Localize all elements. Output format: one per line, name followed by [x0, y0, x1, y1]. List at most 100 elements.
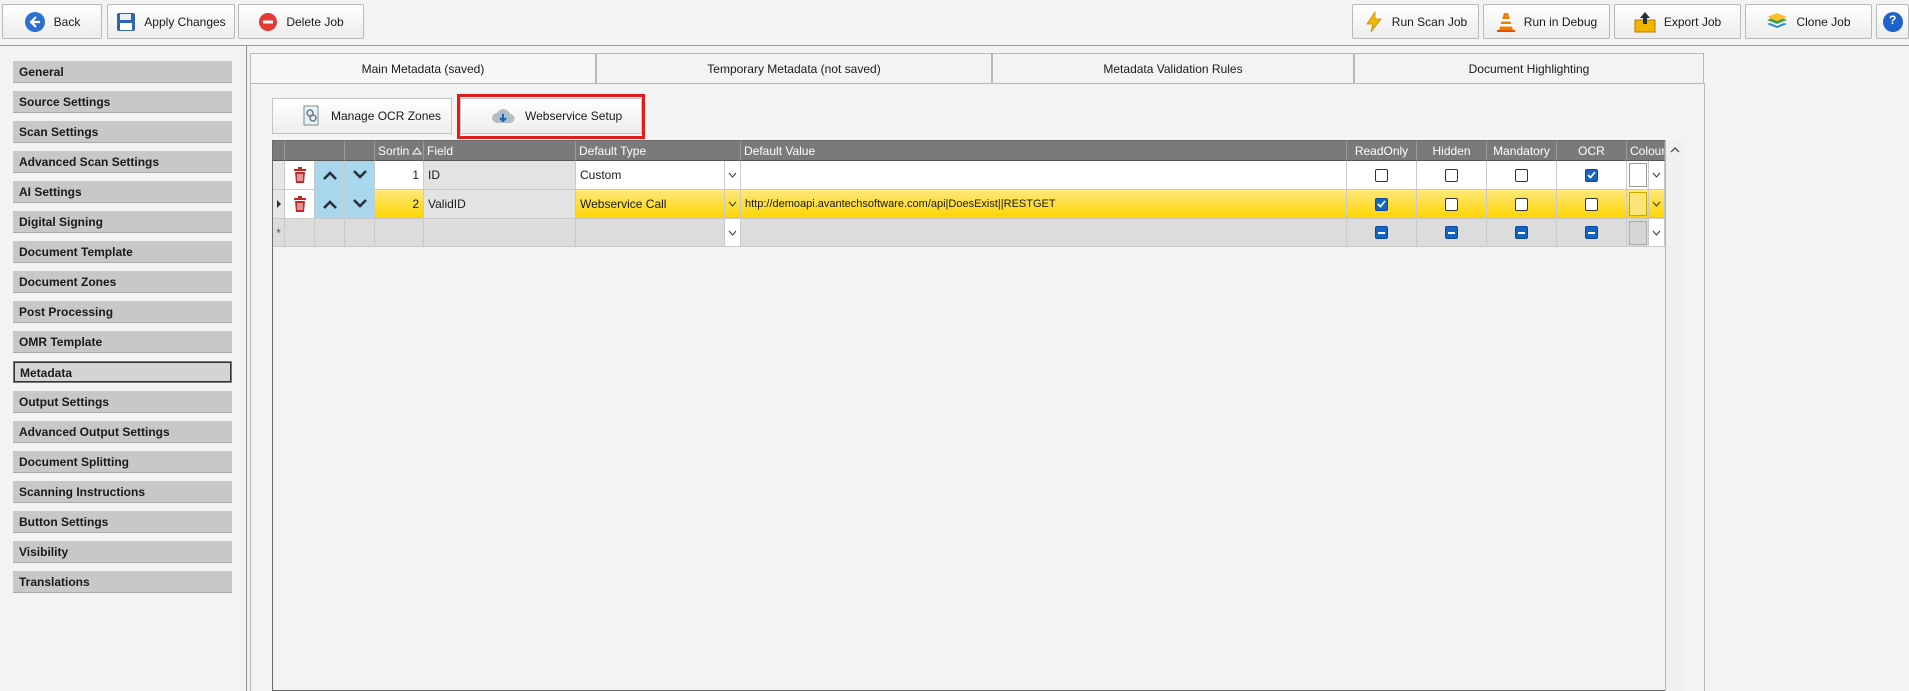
colour-dropdown-arrow-icon[interactable] [1648, 190, 1664, 218]
dropdown-arrow-icon[interactable] [724, 219, 740, 246]
move-down-button[interactable] [345, 161, 375, 190]
sidebar-item-document-template[interactable]: Document Template [13, 241, 232, 263]
mandatory-checkbox-cell[interactable] [1487, 161, 1557, 190]
move-down-button[interactable] [345, 190, 375, 219]
run-scan-job-button[interactable]: Run Scan Job [1352, 4, 1479, 39]
tab-main-metadata[interactable]: Main Metadata (saved) [250, 53, 596, 84]
readonly-column-header[interactable]: ReadOnly [1347, 141, 1417, 161]
new-row-marker[interactable]: * [273, 219, 285, 247]
sidebar-item-translations[interactable]: Translations [13, 571, 232, 593]
dropdown-arrow-icon[interactable] [724, 161, 740, 189]
sidebar-item-advanced-output-settings[interactable]: Advanced Output Settings [13, 421, 232, 443]
mandatory-column-header[interactable]: Mandatory [1487, 141, 1557, 161]
apply-changes-button[interactable]: Apply Changes [107, 4, 235, 39]
hidden-checkbox-cell[interactable] [1417, 161, 1487, 190]
ocr-checkbox-cell[interactable] [1557, 161, 1627, 190]
sidebar-item-advanced-scan-settings[interactable]: Advanced Scan Settings [13, 151, 232, 173]
sidebar-item-ai-settings[interactable]: AI Settings [13, 181, 232, 203]
default-type-column-header[interactable]: Default Type [576, 141, 741, 161]
delete-job-label: Delete Job [286, 14, 344, 29]
readonly-checkbox[interactable] [1375, 168, 1388, 182]
readonly-indeterminate-checkbox[interactable] [1375, 226, 1388, 239]
sidebar-item-digital-signing[interactable]: Digital Signing [13, 211, 232, 233]
tab-metadata-validation-rules[interactable]: Metadata Validation Rules [992, 53, 1354, 83]
back-button[interactable]: Back [2, 4, 102, 39]
sidebar-item-scan-settings[interactable]: Scan Settings [13, 121, 232, 143]
colour-dropdown-arrow-icon[interactable] [1648, 161, 1664, 189]
hidden-indeterminate-checkbox[interactable] [1445, 226, 1458, 239]
colour-picker-cell[interactable] [1627, 161, 1665, 190]
ocr-checkbox[interactable] [1585, 197, 1598, 211]
clone-job-button[interactable]: Clone Job [1745, 4, 1872, 39]
default-value-column-header[interactable]: Default Value [741, 141, 1347, 161]
move-up-button[interactable] [315, 190, 345, 219]
default-type-select[interactable]: Webservice Call [576, 190, 741, 219]
sidebar-item-document-zones[interactable]: Document Zones [13, 271, 232, 293]
sidebar-item-button-settings[interactable]: Button Settings [13, 511, 232, 533]
row-indicator[interactable] [273, 161, 285, 190]
check-icon [1587, 171, 1596, 179]
new-row-field-cell[interactable] [424, 219, 576, 247]
readonly-checkbox-cell[interactable] [1347, 190, 1417, 219]
sidebar-item-scanning-instructions[interactable]: Scanning Instructions [13, 481, 232, 503]
sidebar-item-source-settings[interactable]: Source Settings [13, 91, 232, 113]
export-job-button[interactable]: Export Job [1614, 4, 1741, 39]
dropdown-arrow-icon[interactable] [724, 190, 740, 218]
sidebar-item-document-splitting[interactable]: Document Splitting [13, 451, 232, 473]
field-column-header[interactable]: Field [424, 141, 576, 161]
sidebar-item-visibility[interactable]: Visibility [13, 541, 232, 563]
sidebar-item-output-settings[interactable]: Output Settings [13, 391, 232, 413]
ocr-checkbox[interactable] [1585, 168, 1598, 182]
ocr-column-header[interactable]: OCR [1557, 141, 1627, 161]
hidden-checkbox[interactable] [1445, 197, 1458, 211]
colour-dropdown-arrow-icon[interactable] [1648, 219, 1664, 246]
field-name-cell[interactable]: ValidID [424, 190, 576, 219]
tab-document-highlighting[interactable]: Document Highlighting [1354, 53, 1704, 83]
default-value-cell[interactable]: http://demoapi.avantechsoftware.com/api|… [741, 190, 1347, 219]
field-name-cell[interactable]: ID [424, 161, 576, 190]
new-row-default-value-cell[interactable] [741, 219, 1347, 247]
move-up-button[interactable] [315, 161, 345, 190]
ocr-indeterminate-checkbox[interactable] [1585, 226, 1598, 239]
hidden-checkbox-cell[interactable] [1417, 190, 1487, 219]
grid-vertical-scrollbar[interactable] [1665, 140, 1683, 691]
new-row-default-type-select[interactable] [576, 219, 741, 247]
help-button[interactable]: ? [1876, 4, 1909, 39]
delete-row-button[interactable] [285, 161, 315, 190]
sort-order-cell[interactable]: 2 [375, 190, 424, 219]
tab-temporary-metadata[interactable]: Temporary Metadata (not saved) [596, 53, 992, 83]
colour-picker-cell[interactable] [1627, 190, 1665, 219]
mandatory-checkbox-cell[interactable] [1487, 190, 1557, 219]
run-in-debug-button[interactable]: Run in Debug [1483, 4, 1610, 39]
readonly-checkbox[interactable] [1375, 197, 1388, 211]
mandatory-checkbox[interactable] [1515, 197, 1528, 211]
new-row-readonly-cell[interactable] [1347, 219, 1417, 247]
lightning-icon [1366, 10, 1382, 32]
default-value-cell[interactable] [741, 161, 1347, 190]
sidebar-item-general[interactable]: General [13, 61, 232, 83]
new-row-ocr-cell[interactable] [1557, 219, 1627, 247]
new-row-mandatory-cell[interactable] [1487, 219, 1557, 247]
default-type-select[interactable]: Custom [576, 161, 741, 190]
sort-column-header[interactable]: Sortin [375, 141, 424, 161]
mandatory-checkbox[interactable] [1515, 168, 1528, 182]
manage-ocr-zones-button[interactable]: Manage OCR Zones [272, 98, 452, 134]
move-down-column-header [345, 141, 375, 161]
sort-order-cell[interactable]: 1 [375, 161, 424, 190]
sidebar-item-metadata[interactable]: Metadata [13, 361, 232, 383]
ocr-checkbox-cell[interactable] [1557, 190, 1627, 219]
new-row-colour-cell[interactable] [1627, 219, 1665, 247]
sidebar-item-post-processing[interactable]: Post Processing [13, 301, 232, 323]
colour-column-header[interactable]: Colour [1627, 141, 1665, 161]
mandatory-indeterminate-checkbox[interactable] [1515, 226, 1528, 239]
new-row-sort-cell[interactable] [375, 219, 424, 247]
scroll-up-arrow-icon[interactable] [1666, 143, 1684, 157]
sidebar-item-omr-template[interactable]: OMR Template [13, 331, 232, 353]
new-row-hidden-cell[interactable] [1417, 219, 1487, 247]
delete-row-button[interactable] [285, 190, 315, 219]
delete-job-button[interactable]: Delete Job [238, 4, 364, 39]
hidden-column-header[interactable]: Hidden [1417, 141, 1487, 161]
readonly-checkbox-cell[interactable] [1347, 161, 1417, 190]
hidden-checkbox[interactable] [1445, 168, 1458, 182]
current-row-indicator[interactable] [273, 190, 285, 219]
